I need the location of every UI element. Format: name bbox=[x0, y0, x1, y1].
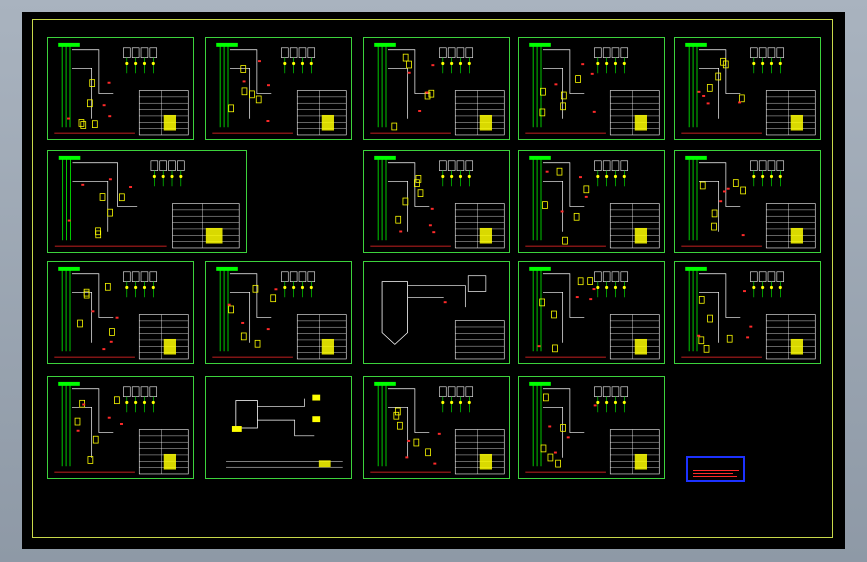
schematic-sheet[interactable] bbox=[674, 37, 821, 140]
sheet-drawing bbox=[525, 155, 660, 249]
sheet-drawing bbox=[681, 42, 816, 136]
sheet-drawing bbox=[212, 42, 347, 136]
schematic-sheet[interactable] bbox=[205, 376, 352, 479]
sheet-drawing bbox=[370, 42, 505, 136]
schematic-sheet[interactable] bbox=[363, 376, 510, 479]
sheet-drawing bbox=[525, 381, 660, 475]
cad-drawing-canvas[interactable] bbox=[22, 12, 845, 549]
legend-text-line bbox=[693, 470, 739, 471]
sheet-drawing bbox=[54, 381, 189, 475]
sheet-drawing bbox=[370, 381, 505, 475]
schematic-sheet[interactable] bbox=[363, 150, 510, 253]
sheet-drawing bbox=[54, 155, 240, 249]
schematic-sheet[interactable] bbox=[47, 261, 194, 364]
schematic-sheet[interactable] bbox=[205, 37, 352, 140]
legend-text-line bbox=[693, 476, 737, 477]
schematic-sheet[interactable] bbox=[518, 37, 665, 140]
schematic-sheet[interactable] bbox=[363, 261, 510, 364]
sheet-drawing bbox=[226, 394, 343, 468]
sheet-drawing bbox=[381, 275, 505, 360]
schematic-sheet[interactable] bbox=[674, 261, 821, 364]
schematic-sheet[interactable] bbox=[518, 376, 665, 479]
sheet-drawing bbox=[212, 266, 347, 360]
schematic-sheet[interactable] bbox=[518, 261, 665, 364]
sheet-drawing bbox=[681, 155, 816, 249]
schematic-sheet[interactable] bbox=[363, 37, 510, 140]
schematic-sheet[interactable] bbox=[47, 150, 247, 253]
schematic-sheet[interactable] bbox=[205, 261, 352, 364]
sheet-drawing bbox=[525, 266, 660, 360]
sheet-drawing bbox=[525, 42, 660, 136]
schematic-sheet[interactable] bbox=[674, 150, 821, 253]
schematic-sheet[interactable] bbox=[47, 37, 194, 140]
sheet-drawing bbox=[370, 155, 505, 249]
sheet-drawing bbox=[54, 266, 189, 360]
legend-text-line bbox=[693, 473, 733, 474]
schematic-sheet[interactable] bbox=[518, 150, 665, 253]
schematic-sheet[interactable] bbox=[47, 376, 194, 479]
sheet-drawing bbox=[54, 42, 189, 136]
legend-title-block[interactable] bbox=[686, 456, 745, 482]
sheet-drawing bbox=[681, 266, 816, 360]
